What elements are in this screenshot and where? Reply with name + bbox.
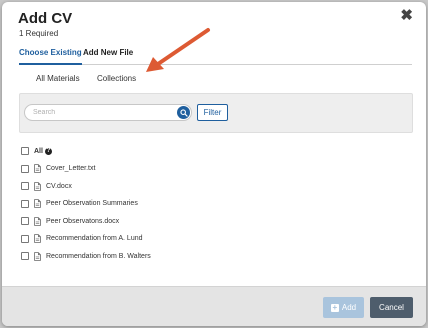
cancel-button[interactable]: Cancel [370, 297, 413, 318]
document-icon [34, 164, 41, 173]
dialog-footer: + Add Cancel [2, 286, 426, 326]
file-checkbox[interactable] [21, 164, 29, 173]
file-checkbox[interactable] [21, 252, 29, 260]
dialog-subtitle: 1 Required [19, 29, 59, 38]
search-panel: Filter [19, 93, 413, 133]
document-icon [34, 251, 41, 261]
dialog-title: Add CV [18, 10, 73, 27]
list-item: CV.docx [21, 181, 72, 191]
file-name: CV.docx [46, 182, 72, 190]
document-icon [34, 216, 41, 226]
add-button-label: Add [341, 303, 357, 312]
list-item: Recommendation from B. Walters [21, 251, 151, 261]
select-all-label: All [34, 147, 43, 155]
document-icon [34, 181, 41, 191]
tab-add-new-file[interactable]: Add New File [83, 48, 133, 65]
list-item: Peer Observatons.docx [21, 216, 119, 226]
file-checkbox[interactable] [21, 182, 29, 190]
select-all-row: All ? [21, 146, 52, 156]
add-button[interactable]: + Add [323, 297, 364, 318]
file-name: Peer Observatons.docx [46, 217, 120, 225]
tab-choose-existing[interactable]: Choose Existing [19, 48, 82, 65]
file-name: Peer Observation Summaries [46, 200, 138, 207]
help-icon[interactable]: ? [44, 147, 52, 155]
list-item: Recommendation from A. Lund [21, 234, 143, 244]
plus-icon: + [330, 302, 339, 312]
document-icon [34, 199, 41, 208]
file-checkbox[interactable] [21, 199, 29, 208]
search-input[interactable] [24, 104, 192, 121]
file-name: Recommendation from A. Lund [46, 235, 143, 242]
tab-bar: Choose Existing Add New File [19, 48, 412, 65]
list-item: Peer Observation Summaries [21, 199, 138, 209]
select-all-checkbox[interactable] [21, 147, 29, 155]
search-icon[interactable] [177, 106, 190, 119]
subtab-collections[interactable]: Collections [97, 74, 136, 83]
file-name: Cover_Letter.txt [46, 165, 96, 172]
file-checkbox[interactable] [21, 217, 29, 225]
file-checkbox[interactable] [21, 234, 29, 243]
list-item: Cover_Letter.txt [21, 164, 95, 174]
filter-button[interactable]: Filter [197, 104, 228, 121]
close-icon[interactable]: ✖ [400, 8, 413, 23]
subtab-all-materials[interactable]: All Materials [36, 74, 80, 83]
add-cv-dialog: Add CV 1 Required ✖ Choose Existing Add … [2, 2, 426, 326]
document-icon [34, 234, 41, 243]
file-name: Recommendation from B. Walters [46, 252, 151, 260]
